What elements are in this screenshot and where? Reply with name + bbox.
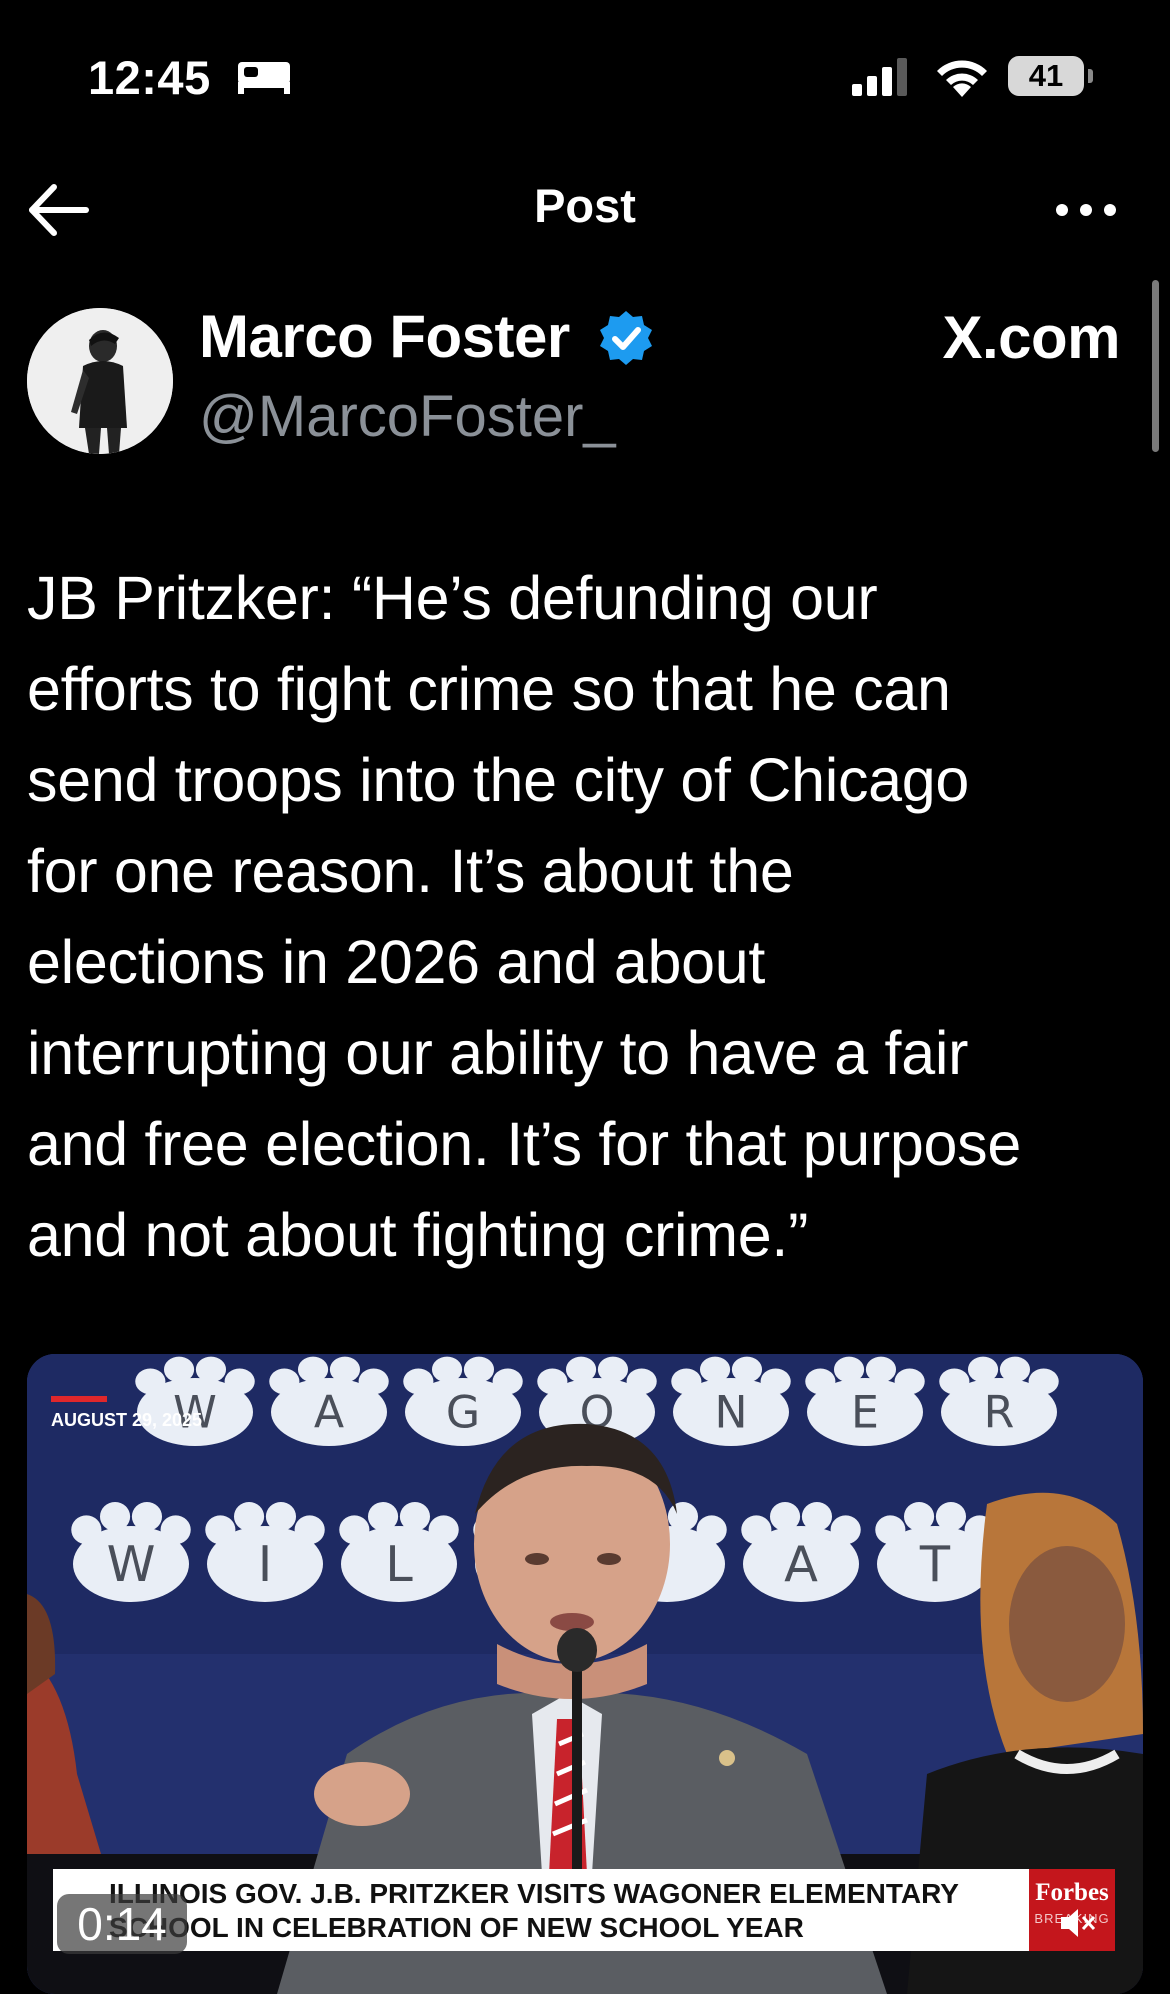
verified-badge-icon — [600, 311, 652, 365]
chyron-text: ILLINOIS GOV. J.B. PRITZKER VISITS WAGON… — [109, 1878, 959, 1943]
bed-icon — [238, 62, 290, 94]
banner-bottom-letter-1: I — [258, 1535, 273, 1593]
banner-bottom-letter-5: A — [784, 1535, 818, 1593]
video-player[interactable]: WAGONER WILDAT AUGUST 29, 2025 ILLIN — [27, 1354, 1143, 1994]
banner-top-letter-4: N — [714, 1387, 747, 1438]
status-time: 12:45 — [88, 51, 211, 104]
source-label: X.com — [942, 304, 1120, 371]
forbes-brand: Forbes — [1035, 1879, 1109, 1906]
speaker-muted-icon[interactable] — [1059, 1906, 1097, 1940]
banner-top-letter-6: R — [984, 1387, 1015, 1438]
banner-top-letter-2: G — [446, 1387, 480, 1438]
cellular-signal-icon — [852, 58, 907, 96]
more-horizontal-icon — [1056, 204, 1116, 216]
banner-top-letter-5: E — [851, 1387, 879, 1438]
avatar[interactable] — [27, 308, 173, 454]
status-bar: 12:45 41 — [0, 0, 1170, 150]
author-handle[interactable]: @MarcoFoster_ — [199, 383, 616, 450]
wifi-icon — [937, 60, 987, 97]
scrollbar[interactable] — [1152, 280, 1159, 452]
avatar-image — [27, 308, 173, 454]
banner-bottom-letter-0: W — [107, 1535, 156, 1593]
video-elapsed-time: 0:14 — [57, 1894, 187, 1954]
page-title: Post — [534, 179, 636, 232]
news-chyron: ILLINOIS GOV. J.B. PRITZKER VISITS WAGON… — [53, 1869, 1083, 1951]
video-date-label: AUGUST 29, 2025 — [51, 1410, 203, 1430]
post-text: JB Pritzker: “He’s defunding our efforts… — [27, 564, 1021, 1269]
banner-bottom-letter-2: L — [385, 1535, 413, 1593]
battery-nub — [1088, 69, 1093, 83]
banner-bottom-letter-6: T — [919, 1535, 951, 1593]
post-header: Post — [0, 150, 1170, 270]
live-marker — [51, 1396, 107, 1402]
banner-top-letter-1: A — [314, 1387, 344, 1438]
more-options-button[interactable] — [1050, 182, 1122, 238]
battery-indicator: 41 — [1008, 56, 1084, 96]
author-name[interactable]: Marco Foster — [199, 302, 570, 371]
